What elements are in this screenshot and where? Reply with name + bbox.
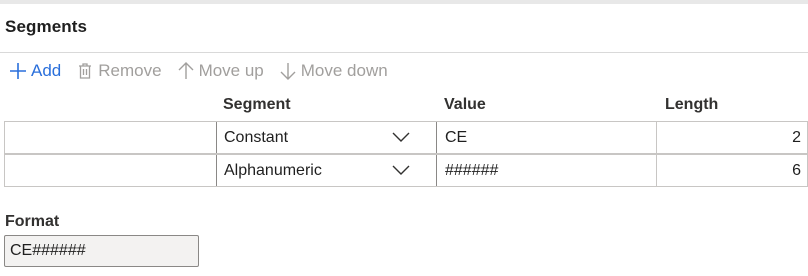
segments-toolbar: Add Remove Move up Move down [8, 60, 402, 82]
value-field[interactable]: ###### [437, 155, 657, 186]
segment-dropdown[interactable]: Alphanumeric [216, 155, 437, 186]
add-button[interactable]: Add [8, 61, 61, 81]
format-value: CE###### [10, 242, 86, 259]
value-text: ###### [445, 161, 499, 179]
row-selector[interactable] [4, 122, 216, 153]
chevron-down-icon[interactable] [392, 131, 410, 143]
arrow-up-icon [178, 62, 194, 79]
table-row[interactable]: Constant CE 2 [4, 121, 808, 154]
add-button-label: Add [31, 61, 62, 80]
table-row[interactable]: Alphanumeric ###### 6 [4, 154, 808, 187]
column-header-value[interactable]: Value [444, 96, 486, 114]
move-up-button-label: Move up [198, 61, 264, 80]
section-title: Segments [5, 17, 88, 36]
value-text: CE [445, 128, 468, 146]
length-text: 6 [792, 161, 801, 179]
length-field[interactable]: 6 [657, 155, 808, 186]
arrow-down-icon [280, 63, 296, 80]
plus-icon [10, 63, 26, 79]
column-header-length[interactable]: Length [665, 96, 718, 114]
move-up-button[interactable]: Move up [176, 61, 264, 81]
remove-button[interactable]: Remove [75, 61, 162, 81]
row-selector[interactable] [4, 155, 216, 186]
format-label: Format [5, 213, 60, 230]
trash-icon [79, 63, 92, 79]
top-strip [0, 0, 808, 4]
length-field[interactable]: 2 [657, 122, 808, 153]
chevron-down-icon[interactable] [392, 164, 410, 176]
format-field[interactable]: CE###### [4, 235, 199, 267]
remove-button-label: Remove [98, 61, 162, 80]
segment-value: Constant [224, 128, 289, 146]
title-divider [0, 52, 808, 53]
value-field[interactable]: CE [437, 122, 657, 153]
move-down-button-label: Move down [300, 61, 388, 80]
segment-value: Alphanumeric [224, 161, 322, 179]
length-text: 2 [792, 128, 801, 146]
segment-dropdown[interactable]: Constant [216, 122, 437, 153]
column-header-segment[interactable]: Segment [223, 96, 291, 114]
move-down-button[interactable]: Move down [278, 61, 388, 81]
